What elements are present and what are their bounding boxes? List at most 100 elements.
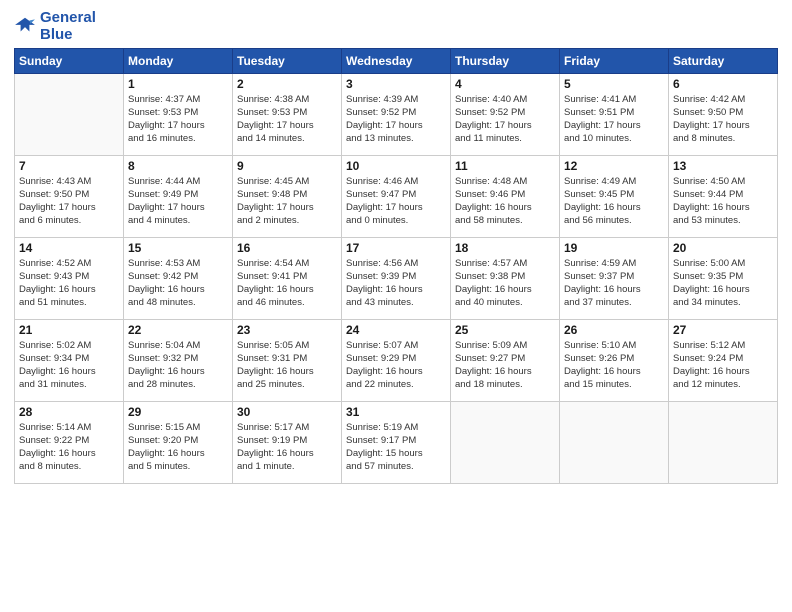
day-info: Sunrise: 4:38 AM Sunset: 9:53 PM Dayligh… (237, 93, 337, 146)
day-number: 30 (237, 405, 337, 419)
logo-blue: Blue (40, 27, 96, 42)
weekday-header: Wednesday (342, 48, 451, 73)
calendar-cell: 25 Sunrise: 5:09 AM Sunset: 9:27 PM Dayli… (451, 319, 560, 401)
calendar-cell (15, 73, 124, 155)
calendar-cell: 5 Sunrise: 4:41 AM Sunset: 9:51 PM Daylig… (560, 73, 669, 155)
header-row: SundayMondayTuesdayWednesdayThursdayFrid… (15, 48, 778, 73)
day-number: 19 (564, 241, 664, 255)
calendar-cell: 30Sunrise: 5:17 AM Sunset: 9:19 PM Dayli… (233, 401, 342, 483)
calendar-cell: 8 Sunrise: 4:44 AM Sunset: 9:49 PM Daylig… (124, 155, 233, 237)
calendar-week-row: 21Sunrise: 5:02 AM Sunset: 9:34 PM Dayli… (15, 319, 778, 401)
day-info: Sunrise: 5:12 AM Sunset: 9:24 PM Dayligh… (673, 339, 773, 392)
day-info: Sunrise: 4:39 AM Sunset: 9:52 PM Dayligh… (346, 93, 446, 146)
day-number: 2 (237, 77, 337, 91)
day-info: Sunrise: 5:00 AM Sunset: 9:35 PM Dayligh… (673, 257, 773, 310)
day-info: Sunrise: 5:04 AM Sunset: 9:32 PM Dayligh… (128, 339, 228, 392)
calendar-cell: 14 Sunrise: 4:52 AM Sunset: 9:43 PM Dayli… (15, 237, 124, 319)
day-info: Sunrise: 5:19 AM Sunset: 9:17 PM Dayligh… (346, 421, 446, 474)
weekday-header: Sunday (15, 48, 124, 73)
logo: General Blue (14, 10, 96, 42)
day-info: Sunrise: 4:40 AM Sunset: 9:52 PM Dayligh… (455, 93, 555, 146)
calendar-cell: 31 Sunrise: 5:19 AM Sunset: 9:17 PM Dayli… (342, 401, 451, 483)
calendar-cell: 13 Sunrise: 4:50 AM Sunset: 9:44 PM Dayli… (669, 155, 778, 237)
day-info: Sunrise: 5:14 AM Sunset: 9:22 PM Dayligh… (19, 421, 119, 474)
day-number: 11 (455, 159, 555, 173)
day-number: 5 (564, 77, 664, 91)
day-number: 13 (673, 159, 773, 173)
calendar-cell: 15 Sunrise: 4:53 AM Sunset: 9:42 PM Dayli… (124, 237, 233, 319)
weekday-header: Tuesday (233, 48, 342, 73)
day-number: 27 (673, 323, 773, 337)
calendar-week-row: 28 Sunrise: 5:14 AM Sunset: 9:22 PM Dayli… (15, 401, 778, 483)
day-info: Sunrise: 4:56 AM Sunset: 9:39 PM Dayligh… (346, 257, 446, 310)
day-number: 22 (128, 323, 228, 337)
day-info: Sunrise: 4:45 AM Sunset: 9:48 PM Dayligh… (237, 175, 337, 228)
calendar-cell: 3 Sunrise: 4:39 AM Sunset: 9:52 PM Daylig… (342, 73, 451, 155)
day-info: Sunrise: 4:46 AM Sunset: 9:47 PM Dayligh… (346, 175, 446, 228)
weekday-header: Friday (560, 48, 669, 73)
day-number: 3 (346, 77, 446, 91)
weekday-header: Saturday (669, 48, 778, 73)
day-number: 25 (455, 323, 555, 337)
calendar-cell: 24 Sunrise: 5:07 AM Sunset: 9:29 PM Dayli… (342, 319, 451, 401)
calendar-cell: 12 Sunrise: 4:49 AM Sunset: 9:45 PM Dayli… (560, 155, 669, 237)
calendar-cell: 6Sunrise: 4:42 AM Sunset: 9:50 PM Daylig… (669, 73, 778, 155)
weekday-header: Monday (124, 48, 233, 73)
day-info: Sunrise: 4:59 AM Sunset: 9:37 PM Dayligh… (564, 257, 664, 310)
calendar-cell: 4 Sunrise: 4:40 AM Sunset: 9:52 PM Daylig… (451, 73, 560, 155)
weekday-header: Thursday (451, 48, 560, 73)
day-info: Sunrise: 4:54 AM Sunset: 9:41 PM Dayligh… (237, 257, 337, 310)
day-number: 15 (128, 241, 228, 255)
logo-text: General (40, 10, 96, 27)
day-number: 12 (564, 159, 664, 173)
day-number: 28 (19, 405, 119, 419)
day-info: Sunrise: 4:44 AM Sunset: 9:49 PM Dayligh… (128, 175, 228, 228)
day-number: 10 (346, 159, 446, 173)
day-info: Sunrise: 4:41 AM Sunset: 9:51 PM Dayligh… (564, 93, 664, 146)
day-info: Sunrise: 4:43 AM Sunset: 9:50 PM Dayligh… (19, 175, 119, 228)
day-number: 26 (564, 323, 664, 337)
calendar-cell: 7 Sunrise: 4:43 AM Sunset: 9:50 PM Daylig… (15, 155, 124, 237)
day-number: 7 (19, 159, 119, 173)
calendar-cell: 11 Sunrise: 4:48 AM Sunset: 9:46 PM Dayli… (451, 155, 560, 237)
day-info: Sunrise: 4:49 AM Sunset: 9:45 PM Dayligh… (564, 175, 664, 228)
day-info: Sunrise: 4:50 AM Sunset: 9:44 PM Dayligh… (673, 175, 773, 228)
day-info: Sunrise: 5:10 AM Sunset: 9:26 PM Dayligh… (564, 339, 664, 392)
day-number: 8 (128, 159, 228, 173)
calendar-table: SundayMondayTuesdayWednesdayThursdayFrid… (14, 48, 778, 484)
calendar-cell: 22 Sunrise: 5:04 AM Sunset: 9:32 PM Dayli… (124, 319, 233, 401)
calendar-cell: 23Sunrise: 5:05 AM Sunset: 9:31 PM Dayli… (233, 319, 342, 401)
calendar-cell: 9Sunrise: 4:45 AM Sunset: 9:48 PM Daylig… (233, 155, 342, 237)
calendar-cell: 27 Sunrise: 5:12 AM Sunset: 9:24 PM Dayli… (669, 319, 778, 401)
calendar-cell: 21Sunrise: 5:02 AM Sunset: 9:34 PM Dayli… (15, 319, 124, 401)
day-number: 24 (346, 323, 446, 337)
calendar-cell: 16Sunrise: 4:54 AM Sunset: 9:41 PM Dayli… (233, 237, 342, 319)
calendar-cell: 18Sunrise: 4:57 AM Sunset: 9:38 PM Dayli… (451, 237, 560, 319)
day-number: 14 (19, 241, 119, 255)
calendar-week-row: 14 Sunrise: 4:52 AM Sunset: 9:43 PM Dayli… (15, 237, 778, 319)
day-info: Sunrise: 4:57 AM Sunset: 9:38 PM Dayligh… (455, 257, 555, 310)
calendar-cell: 20 Sunrise: 5:00 AM Sunset: 9:35 PM Dayli… (669, 237, 778, 319)
day-info: Sunrise: 5:02 AM Sunset: 9:34 PM Dayligh… (19, 339, 119, 392)
calendar-week-row: 7 Sunrise: 4:43 AM Sunset: 9:50 PM Daylig… (15, 155, 778, 237)
day-info: Sunrise: 4:42 AM Sunset: 9:50 PM Dayligh… (673, 93, 773, 146)
day-number: 23 (237, 323, 337, 337)
day-number: 29 (128, 405, 228, 419)
calendar-cell: 29Sunrise: 5:15 AM Sunset: 9:20 PM Dayli… (124, 401, 233, 483)
day-info: Sunrise: 4:52 AM Sunset: 9:43 PM Dayligh… (19, 257, 119, 310)
day-info: Sunrise: 4:53 AM Sunset: 9:42 PM Dayligh… (128, 257, 228, 310)
day-info: Sunrise: 5:07 AM Sunset: 9:29 PM Dayligh… (346, 339, 446, 392)
calendar-week-row: 1Sunrise: 4:37 AM Sunset: 9:53 PM Daylig… (15, 73, 778, 155)
calendar-cell: 10 Sunrise: 4:46 AM Sunset: 9:47 PM Dayli… (342, 155, 451, 237)
calendar-cell: 19 Sunrise: 4:59 AM Sunset: 9:37 PM Dayli… (560, 237, 669, 319)
calendar-cell (560, 401, 669, 483)
day-number: 31 (346, 405, 446, 419)
day-number: 1 (128, 77, 228, 91)
day-info: Sunrise: 4:48 AM Sunset: 9:46 PM Dayligh… (455, 175, 555, 228)
day-info: Sunrise: 5:09 AM Sunset: 9:27 PM Dayligh… (455, 339, 555, 392)
day-number: 17 (346, 241, 446, 255)
calendar-cell: 1Sunrise: 4:37 AM Sunset: 9:53 PM Daylig… (124, 73, 233, 155)
calendar-cell (669, 401, 778, 483)
day-number: 20 (673, 241, 773, 255)
day-number: 4 (455, 77, 555, 91)
